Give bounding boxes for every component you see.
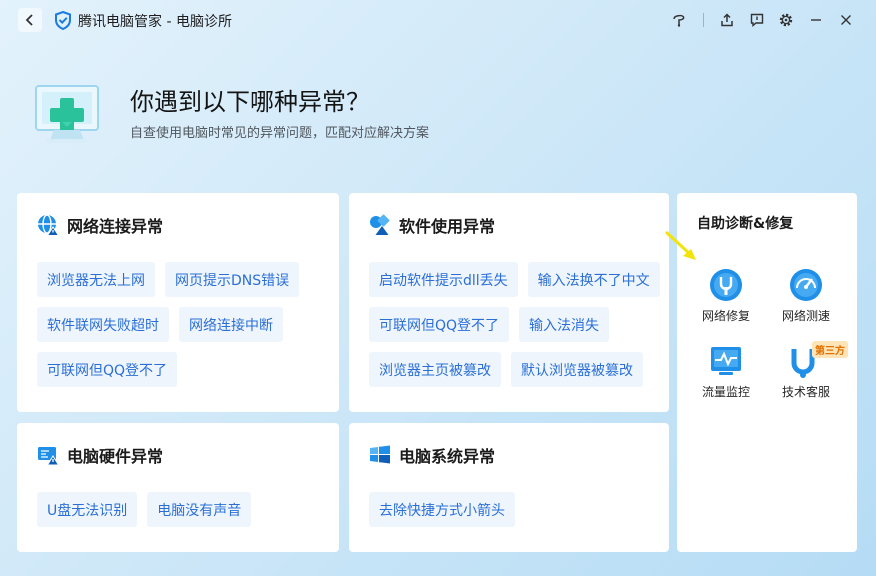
- issue-chip[interactable]: 网页提示DNS错误: [165, 262, 300, 297]
- category-card-network: 网络连接异常 浏览器无法上网 网页提示DNS错误 软件联网失败超时 网络连接中断…: [17, 193, 339, 412]
- category-title: 电脑硬件异常: [67, 447, 164, 466]
- page-headline: 你遇到以下哪种异常？: [130, 88, 370, 116]
- category-card-system: 电脑系统异常 去除快捷方式小箭头: [349, 423, 669, 552]
- minimize-icon: [811, 19, 821, 21]
- issue-chip[interactable]: 可联网但QQ登不了: [37, 352, 178, 387]
- tool-label: 网络测速: [781, 309, 830, 323]
- hardware-warning-icon: [38, 447, 59, 466]
- minimize-button[interactable]: [806, 10, 826, 30]
- category-title: 电脑系统异常: [399, 447, 496, 466]
- issue-chip[interactable]: 输入法换不了中文: [527, 262, 660, 297]
- issue-chip[interactable]: 软件联网失败超时: [37, 307, 169, 342]
- third-party-badge: 第三方: [812, 341, 848, 358]
- shapes-icon: [370, 214, 390, 235]
- issue-chip[interactable]: 输入法消失: [519, 307, 610, 342]
- page-subtitle: 自查使用电脑时常见的异常问题，匹配对应解决方案: [130, 126, 430, 141]
- issue-chip[interactable]: 可联网但QQ登不了: [369, 307, 510, 342]
- category-title: 网络连接异常: [67, 217, 164, 236]
- monitor-medical-icon: [35, 85, 99, 143]
- feedback-icon: [750, 13, 764, 27]
- issue-chip[interactable]: 浏览器无法上网: [37, 262, 155, 297]
- back-button[interactable]: [18, 8, 42, 32]
- tool-network-repair[interactable]: 网络修复: [691, 267, 761, 324]
- issue-chip[interactable]: 去除快捷方式小箭头: [369, 492, 515, 527]
- issue-chip[interactable]: 默认浏览器被篡改: [511, 352, 643, 387]
- paint-icon: [673, 14, 685, 27]
- gear-icon: [779, 13, 793, 27]
- share-button[interactable]: [717, 10, 737, 30]
- close-icon: [841, 15, 851, 25]
- tool-label: 流量监控: [701, 385, 750, 399]
- issue-chip[interactable]: 电脑没有声音: [147, 492, 252, 527]
- shield-icon: [55, 11, 71, 30]
- speed-gauge-icon: [790, 269, 822, 301]
- window-title: 腾讯电脑管家 - 电脑诊所: [78, 14, 232, 30]
- self-diagnosis-panel: 自助诊断&修复 网络修复 网络测速 流量监控 第三方 技术客服: [664, 193, 857, 552]
- tool-network-speed[interactable]: 网络测速: [771, 267, 841, 324]
- category-card-software: 软件使用异常 启动软件提示dll丢失 输入法换不了中文 可联网但QQ登不了 输入…: [349, 193, 669, 412]
- share-icon: [721, 13, 733, 27]
- issue-chip[interactable]: 启动软件提示dll丢失: [369, 262, 518, 297]
- tool-tech-support[interactable]: 第三方 技术客服: [771, 341, 848, 400]
- skin-button[interactable]: [669, 10, 689, 30]
- tool-label: 技术客服: [781, 385, 830, 399]
- issue-chip[interactable]: U盘无法识别: [37, 492, 138, 527]
- category-card-hardware: 电脑硬件异常 U盘无法识别 电脑没有声音: [17, 423, 339, 552]
- title-bar: 腾讯电脑管家 - 电脑诊所: [0, 0, 876, 40]
- windows-icon: [370, 445, 390, 464]
- network-repair-icon: [710, 269, 742, 301]
- chevron-left-icon: [25, 14, 33, 26]
- issue-chip[interactable]: 网络连接中断: [179, 307, 283, 342]
- title-separator: [703, 13, 704, 27]
- feedback-button[interactable]: [747, 10, 767, 30]
- close-button[interactable]: [836, 10, 856, 30]
- issue-chip[interactable]: 浏览器主页被篡改: [369, 352, 501, 387]
- panel-title: 自助诊断&修复: [697, 216, 794, 232]
- traffic-monitor-icon: [711, 347, 741, 375]
- pointer-arrow-icon: [664, 230, 696, 260]
- settings-button[interactable]: [776, 10, 796, 30]
- tool-label: 网络修复: [701, 309, 750, 323]
- tool-traffic-monitor[interactable]: 流量监控: [691, 343, 761, 400]
- category-title: 软件使用异常: [399, 217, 496, 236]
- globe-warning-icon: [38, 214, 59, 236]
